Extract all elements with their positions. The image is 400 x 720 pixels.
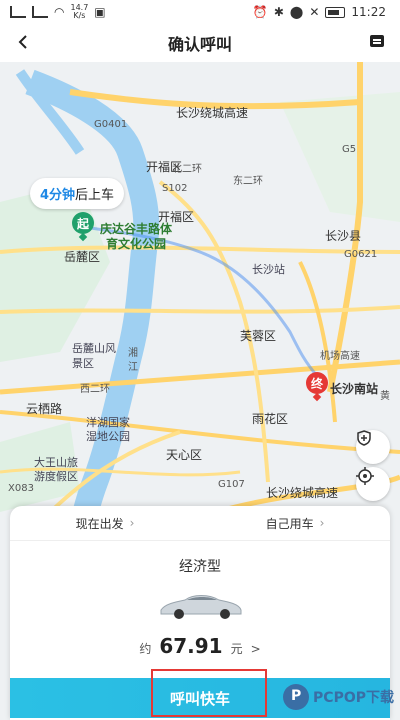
- page-title: 确认呼叫: [167, 35, 232, 54]
- map-label-changsha-ring-2: 长沙绕城高速: [266, 486, 339, 500]
- map-label-dongerhuan: 东二环: [233, 176, 263, 187]
- end-marker[interactable]: 终: [306, 372, 328, 394]
- map-label-changsha-ring: 长沙绕城高速: [176, 106, 249, 120]
- map-label-furong: 芙蓉区: [240, 329, 277, 343]
- back-button[interactable]: [12, 30, 36, 54]
- price-value: 67.91: [159, 634, 223, 658]
- map-label-jingqu: 景区: [72, 357, 94, 370]
- map-label-yuelu: 岳麓区: [64, 250, 101, 264]
- car-type-title: 经济型: [179, 559, 221, 575]
- top-app-bar: 确认呼叫: [0, 24, 400, 63]
- net-speed-unit: K/s: [73, 11, 86, 20]
- alarm-icon: ⏰: [252, 5, 268, 19]
- map-label-xiang: 湘: [128, 348, 138, 359]
- map-label-yuelushan: 岳麓山风: [72, 342, 116, 355]
- map-label-dawang2: 游度假区: [34, 470, 78, 483]
- wifi-icon: ◠: [54, 5, 65, 19]
- message-icon[interactable]: [370, 35, 384, 47]
- map-label-beiyihuan: 北二环: [172, 164, 202, 175]
- price-prefix: 约: [139, 642, 152, 656]
- signal-icon-2: [32, 6, 48, 18]
- net-speed: 14.7 K/s: [70, 4, 88, 20]
- depart-time-label: 现在出发: [75, 516, 124, 531]
- pickup-eta-suffix: 后上车: [75, 188, 115, 203]
- watermark-text: PCPOP下载: [313, 690, 394, 706]
- locate-button[interactable]: [356, 467, 390, 501]
- price-row[interactable]: 约 67.91 元 >: [10, 634, 390, 658]
- map-label-changsha-station: 长沙站: [252, 263, 285, 276]
- start-name-line2: 育文化公园: [106, 237, 167, 251]
- silent-icon: ✕: [309, 5, 320, 19]
- options-row: 现在出发 › 自己用车 ›: [10, 506, 390, 541]
- end-name: 长沙南站: [330, 382, 379, 396]
- pickup-eta-time: 4分钟: [40, 188, 76, 203]
- map-label-xierhuan: 西二环: [80, 384, 110, 395]
- map-label-tianxin: 天心区: [166, 448, 203, 462]
- map-label-g0401: G0401: [94, 119, 128, 130]
- pickup-eta-bubble: 4分钟后上车: [30, 178, 125, 209]
- map-label-g107: G107: [218, 479, 245, 490]
- status-bar: ◠ 14.7 K/s ▣ ⏰ ✱ ⬤ ✕ 11:22: [0, 0, 400, 24]
- start-marker[interactable]: 起: [72, 212, 94, 234]
- chevron-right-icon: ›: [129, 516, 135, 530]
- chevron-left-icon: [18, 35, 27, 49]
- car-icon: [160, 595, 242, 619]
- map-label-huang: 黄: [380, 391, 390, 402]
- battery-icon: [325, 6, 346, 18]
- app-notification-icon: ▣: [94, 5, 106, 19]
- depart-time-option[interactable]: 现在出发 ›: [10, 506, 200, 540]
- cta-highlight-box: [151, 669, 267, 717]
- status-time: 11:22: [351, 5, 386, 19]
- rider-option[interactable]: 自己用车 ›: [200, 506, 390, 540]
- shield-icon: [357, 430, 371, 446]
- safety-button[interactable]: [356, 430, 390, 464]
- watermark-logo: [283, 684, 310, 710]
- price-chevron: >: [250, 642, 261, 656]
- signal-icon: [10, 6, 26, 18]
- map-label-yunqi: 云栖路: [26, 402, 63, 416]
- map-label-g5: G5: [342, 144, 357, 155]
- status-left: ◠ 14.7 K/s ▣: [0, 4, 106, 20]
- bluetooth-icon: ✱: [273, 5, 284, 19]
- map-label-jiang: 江: [128, 362, 138, 373]
- map-label-x083: X083: [8, 483, 34, 494]
- map-label-g0621: G0621: [344, 249, 378, 260]
- status-right: ⏰ ✱ ⬤ ✕ 11:22: [253, 5, 400, 19]
- chevron-right-icon: ›: [319, 516, 325, 530]
- watermark: PCPOP下载: [283, 684, 394, 710]
- rider-label: 自己用车: [265, 516, 314, 531]
- map-label-changsha-county: 长沙县: [325, 229, 362, 243]
- map-label-shidi: 湿地公园: [86, 430, 130, 443]
- map-label-yuhua: 雨花区: [252, 412, 289, 426]
- locate-icon: [356, 467, 374, 485]
- map-label-airport: 机场高速: [320, 351, 360, 362]
- map-label-s102: S102: [162, 183, 188, 194]
- location-icon: ⬤: [289, 5, 304, 19]
- price-unit: 元: [230, 642, 243, 656]
